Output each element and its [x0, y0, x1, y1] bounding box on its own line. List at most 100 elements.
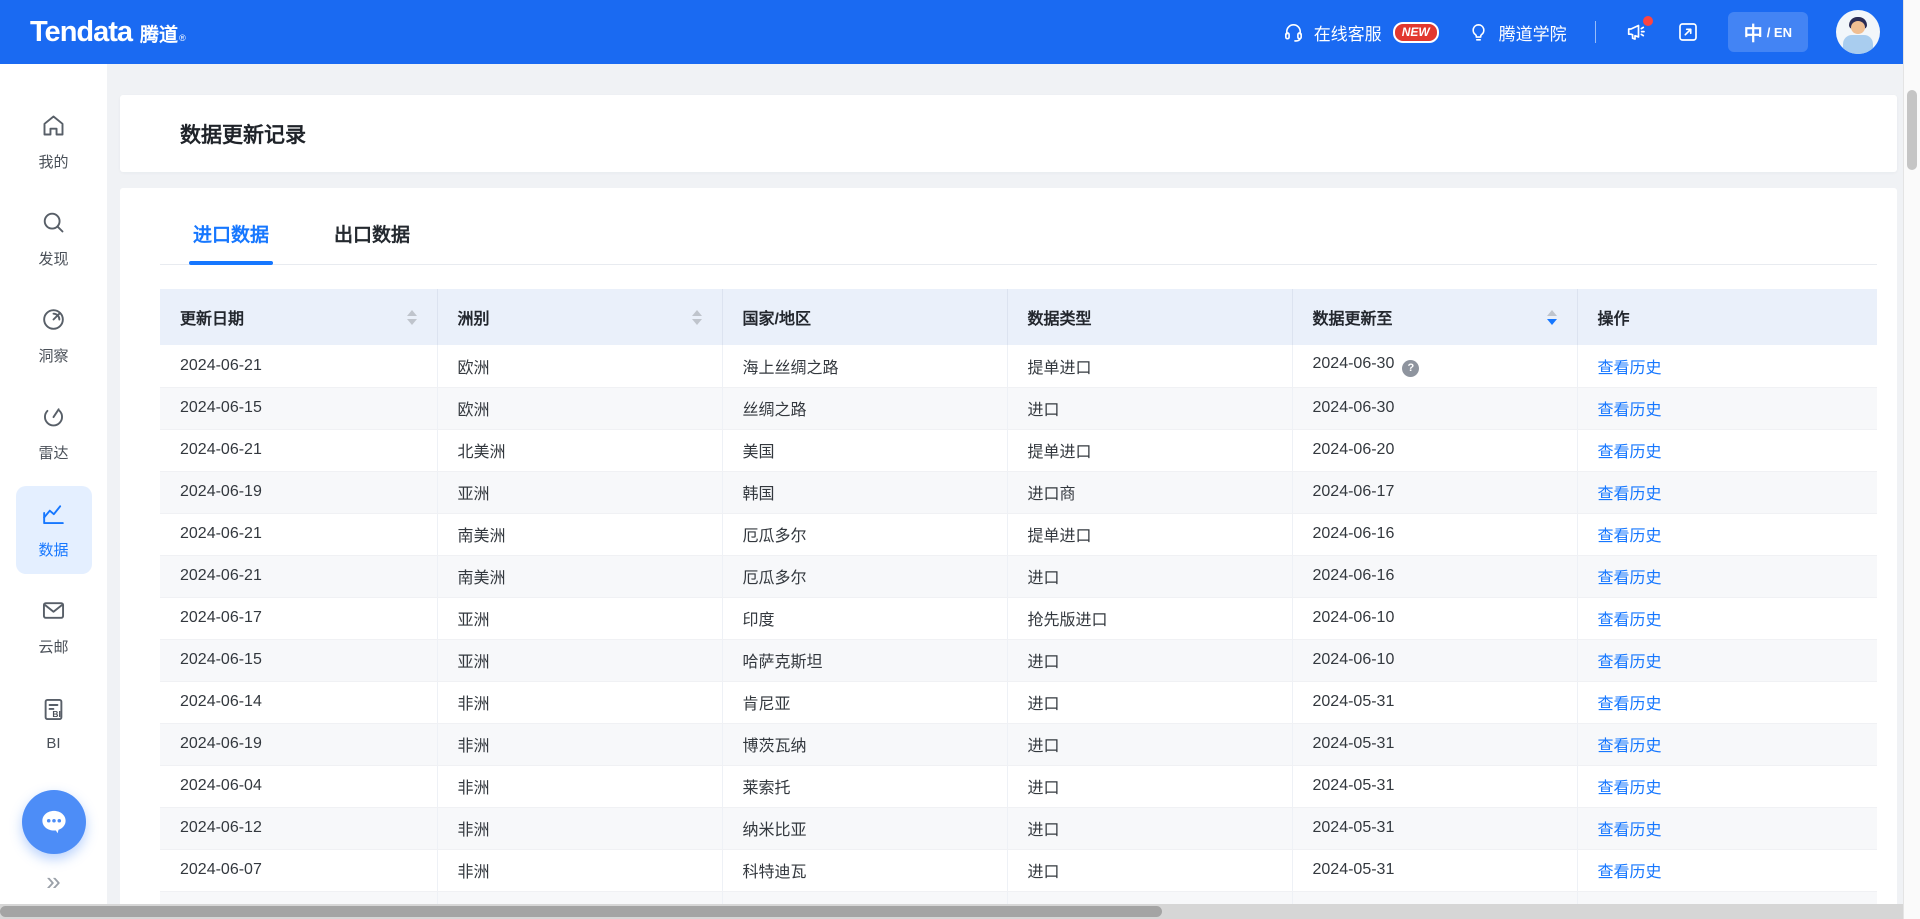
- records-card: 进口数据出口数据 更新日期洲别国家/地区数据类型数据更新至操作 2024-06-…: [120, 188, 1897, 919]
- sort-carets[interactable]: [1547, 310, 1557, 325]
- cell-data-type: 进口商: [1007, 471, 1292, 513]
- table-row: 2024-06-21欧洲海上丝绸之路提单进口2024-06-30?查看历史: [160, 345, 1877, 387]
- view-history-link[interactable]: 查看历史: [1598, 654, 1662, 671]
- view-history-link[interactable]: 查看历史: [1598, 738, 1662, 755]
- sidebar-item-discover[interactable]: 发现: [16, 195, 92, 283]
- avatar-body: [1843, 35, 1873, 54]
- records-table-wrap: 更新日期洲别国家/地区数据类型数据更新至操作 2024-06-21欧洲海上丝绸之…: [160, 289, 1877, 919]
- user-avatar[interactable]: [1836, 10, 1880, 54]
- sort-desc-caret-icon: [692, 319, 702, 325]
- view-history-link[interactable]: 查看历史: [1598, 570, 1662, 587]
- view-history-link[interactable]: 查看历史: [1598, 696, 1662, 713]
- cell-update-date: 2024-06-19: [160, 471, 437, 513]
- view-history-link[interactable]: 查看历史: [1598, 780, 1662, 797]
- cell-update-date: 2024-06-15: [160, 639, 437, 681]
- cell-data-type: 抢先版进口: [1007, 597, 1292, 639]
- tab-export-data[interactable]: 出口数据: [334, 220, 410, 264]
- cell-updated-to: 2024-06-16: [1292, 513, 1577, 555]
- view-history-link[interactable]: 查看历史: [1598, 444, 1662, 461]
- tab-label: 出口数据: [334, 225, 410, 246]
- sidebar-collapse-button[interactable]: »: [46, 868, 60, 894]
- sort-asc-caret-icon: [1547, 310, 1557, 316]
- mail-icon: [40, 597, 67, 629]
- sidebar-item-data[interactable]: 数据: [16, 486, 92, 574]
- column-header-4[interactable]: 数据更新至: [1292, 289, 1577, 345]
- cell-action: 查看历史: [1577, 555, 1877, 597]
- headset-icon: [1282, 21, 1305, 44]
- cell-continent: 非洲: [437, 765, 722, 807]
- column-label: 更新日期: [180, 305, 244, 329]
- horizontal-scrollbar-thumb[interactable]: [0, 906, 1162, 917]
- cell-updated-to: 2024-06-10: [1292, 597, 1577, 639]
- cell-updated-to: 2024-05-31: [1292, 849, 1577, 891]
- tendata-logo[interactable]: Tendata 腾道 ®: [30, 16, 186, 49]
- cell-updated-to: 2024-06-16: [1292, 555, 1577, 597]
- cell-data-type: 进口: [1007, 765, 1292, 807]
- sidebar-item-label: 数据: [38, 539, 68, 560]
- sidebar-item-mail[interactable]: 云邮: [16, 583, 92, 671]
- cell-action: 查看历史: [1577, 807, 1877, 849]
- view-history-link[interactable]: 查看历史: [1598, 612, 1662, 629]
- table-row: 2024-06-21南美洲厄瓜多尔提单进口2024-06-16查看历史: [160, 513, 1877, 555]
- table-row: 2024-06-21北美洲美国提单进口2024-06-20查看历史: [160, 429, 1877, 471]
- sidebar-item-label: BI: [46, 735, 60, 752]
- chat-fab[interactable]: [22, 790, 86, 854]
- sort-carets[interactable]: [407, 310, 417, 325]
- table-row: 2024-06-19亚洲韩国进口商2024-06-17查看历史: [160, 471, 1877, 513]
- academy-button[interactable]: 腾道学院: [1467, 20, 1567, 45]
- cell-update-date: 2024-06-04: [160, 765, 437, 807]
- table-row: 2024-06-21南美洲厄瓜多尔进口2024-06-16查看历史: [160, 555, 1877, 597]
- vertical-scrollbar-thumb[interactable]: [1907, 90, 1917, 170]
- search-icon: [40, 209, 67, 241]
- radar-icon: [40, 403, 67, 435]
- language-alternate: / EN: [1767, 25, 1792, 40]
- cell-update-date: 2024-06-21: [160, 345, 437, 387]
- lightbulb-icon: [1467, 21, 1490, 44]
- cell-data-type: 进口: [1007, 387, 1292, 429]
- column-label: 数据更新至: [1313, 305, 1393, 329]
- sidebar-item-my[interactable]: 我的: [16, 98, 92, 186]
- sidebar-item-label: 洞察: [38, 345, 68, 366]
- tab-label: 进口数据: [193, 225, 269, 246]
- tab-import-data[interactable]: 进口数据: [193, 220, 269, 264]
- cell-updated-to: 2024-05-31: [1292, 765, 1577, 807]
- cell-action: 查看历史: [1577, 597, 1877, 639]
- cell-action: 查看历史: [1577, 345, 1877, 387]
- cell-continent: 亚洲: [437, 471, 722, 513]
- online-service-button[interactable]: 在线客服 NEW: [1282, 20, 1439, 45]
- column-header-0[interactable]: 更新日期: [160, 289, 437, 345]
- home-icon: [40, 112, 67, 144]
- sidebar-item-radar[interactable]: 雷达: [16, 389, 92, 477]
- column-header-1[interactable]: 洲别: [437, 289, 722, 345]
- view-history-link[interactable]: 查看历史: [1598, 360, 1662, 377]
- cell-update-date: 2024-06-07: [160, 849, 437, 891]
- view-history-link[interactable]: 查看历史: [1598, 864, 1662, 881]
- view-history-link[interactable]: 查看历史: [1598, 528, 1662, 545]
- view-history-link[interactable]: 查看历史: [1598, 486, 1662, 503]
- cell-update-date: 2024-06-15: [160, 387, 437, 429]
- cell-continent: 非洲: [437, 849, 722, 891]
- cell-updated-to: 2024-06-10: [1292, 639, 1577, 681]
- column-label: 操作: [1598, 305, 1630, 329]
- registered-mark: ®: [179, 33, 186, 43]
- fullscreen-button[interactable]: [1676, 20, 1700, 44]
- sort-asc-caret-icon: [692, 310, 702, 316]
- sidebar-item-bi[interactable]: BIBI: [16, 680, 92, 768]
- language-toggle[interactable]: 中 / EN: [1728, 12, 1808, 52]
- expand-icon: [1676, 20, 1700, 44]
- sort-carets[interactable]: [692, 310, 702, 325]
- column-header-3: 数据类型: [1007, 289, 1292, 345]
- cell-updated-to: 2024-06-30?: [1292, 345, 1577, 387]
- cell-action: 查看历史: [1577, 639, 1877, 681]
- horizontal-scrollbar: [0, 904, 1903, 919]
- sidebar-nav: 我的发现洞察雷达数据云邮 BIBI: [16, 98, 92, 777]
- sidebar-item-insight[interactable]: 洞察: [16, 292, 92, 380]
- view-history-link[interactable]: 查看历史: [1598, 822, 1662, 839]
- view-history-link[interactable]: 查看历史: [1598, 402, 1662, 419]
- table-row: 2024-06-15亚洲哈萨克斯坦进口2024-06-10查看历史: [160, 639, 1877, 681]
- announcements-button[interactable]: [1624, 20, 1648, 44]
- cell-country: 厄瓜多尔: [722, 513, 1007, 555]
- page-header-card: 数据更新记录: [120, 95, 1897, 172]
- column-header-5: 操作: [1577, 289, 1877, 345]
- help-icon[interactable]: ?: [1402, 360, 1419, 377]
